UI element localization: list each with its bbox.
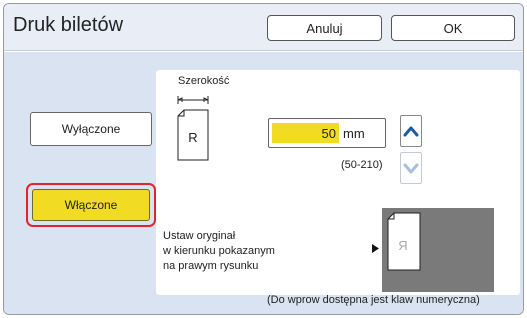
- option-on-button[interactable]: Włączone: [32, 189, 150, 221]
- original-letter: Я: [398, 238, 407, 253]
- width-input-value: 50: [321, 126, 336, 141]
- triangle-right-icon: [372, 244, 379, 253]
- chevron-up-icon: [403, 126, 419, 137]
- original-orientation-panel: Я: [382, 208, 494, 292]
- instruction-line: na prawym rysunku: [163, 260, 259, 272]
- instruction-line: w kierunku pokazanym: [163, 245, 275, 257]
- width-input[interactable]: 50 mm: [268, 118, 386, 148]
- dialog-header: Druk biletów Anuluj OK: [4, 4, 523, 51]
- ok-button[interactable]: OK: [391, 15, 515, 41]
- decrease-button[interactable]: [400, 152, 422, 184]
- settings-panel: Szerokość R 50 mm (50-210) Ustaw orygina…: [156, 70, 520, 295]
- chevron-down-icon: [403, 163, 419, 174]
- instruction-line: Ustaw oryginał: [163, 230, 236, 242]
- width-label: Szerokość: [178, 75, 230, 87]
- width-diagram-icon: R: [177, 96, 209, 161]
- placement-instruction: Ustaw oryginał w kierunku pokazanym na p…: [163, 229, 275, 274]
- increase-button[interactable]: [400, 115, 422, 147]
- diagram-letter: R: [188, 130, 197, 145]
- dialog-title: Druk biletów: [13, 14, 124, 36]
- dialog-body: Wyłączone Włączone Szerokość R 50 mm (50…: [4, 52, 523, 314]
- width-range: (50-210): [341, 159, 383, 171]
- keypad-note: (Do wprow dostępna jest klaw numeryczna): [267, 294, 480, 306]
- ticket-print-dialog: Druk biletów Anuluj OK Wyłączone Włączon…: [3, 3, 524, 315]
- option-off-button[interactable]: Wyłączone: [30, 112, 152, 146]
- cancel-button[interactable]: Anuluj: [267, 15, 382, 41]
- width-unit: mm: [343, 126, 365, 141]
- original-sheet-icon: Я: [387, 212, 421, 271]
